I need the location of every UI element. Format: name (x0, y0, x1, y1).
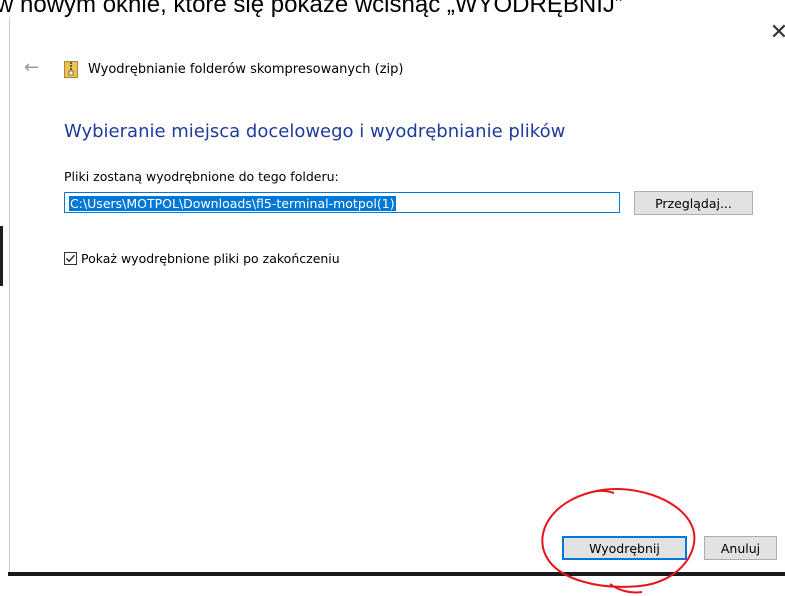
show-files-checkbox[interactable] (64, 252, 77, 265)
destination-path-input[interactable]: C:\Users\MOTPOL\Downloads\fl5-terminal-m… (64, 192, 620, 213)
back-arrow-icon[interactable]: ← (24, 57, 39, 78)
show-files-label: Pokaż wyodrębnione pliki po zakończeniu (81, 251, 340, 266)
page-heading: Wybieranie miejsca docelowego i wyodrębn… (64, 121, 566, 142)
destination-label: Pliki zostaną wyodrębnione do tego folde… (64, 169, 339, 184)
zip-folder-icon (64, 61, 78, 78)
browse-button-label: Przeglądaj... (655, 195, 732, 211)
show-files-option[interactable]: Pokaż wyodrębnione pliki po zakończeniu (64, 251, 340, 266)
dialog-title: Wyodrębnianie folderów skompresowanych (… (88, 62, 404, 77)
cancel-button-label: Anuluj (720, 540, 761, 556)
destination-path-value: C:\Users\MOTPOL\Downloads\fl5-terminal-m… (69, 196, 396, 211)
red-highlight-annotation (541, 488, 696, 594)
cancel-button[interactable]: Anuluj (704, 536, 777, 560)
browse-button[interactable]: Przeglądaj... (634, 191, 753, 215)
background-window-edge (0, 226, 3, 286)
checkmark-icon (66, 254, 76, 263)
close-button[interactable]: ✕ (759, 17, 785, 47)
